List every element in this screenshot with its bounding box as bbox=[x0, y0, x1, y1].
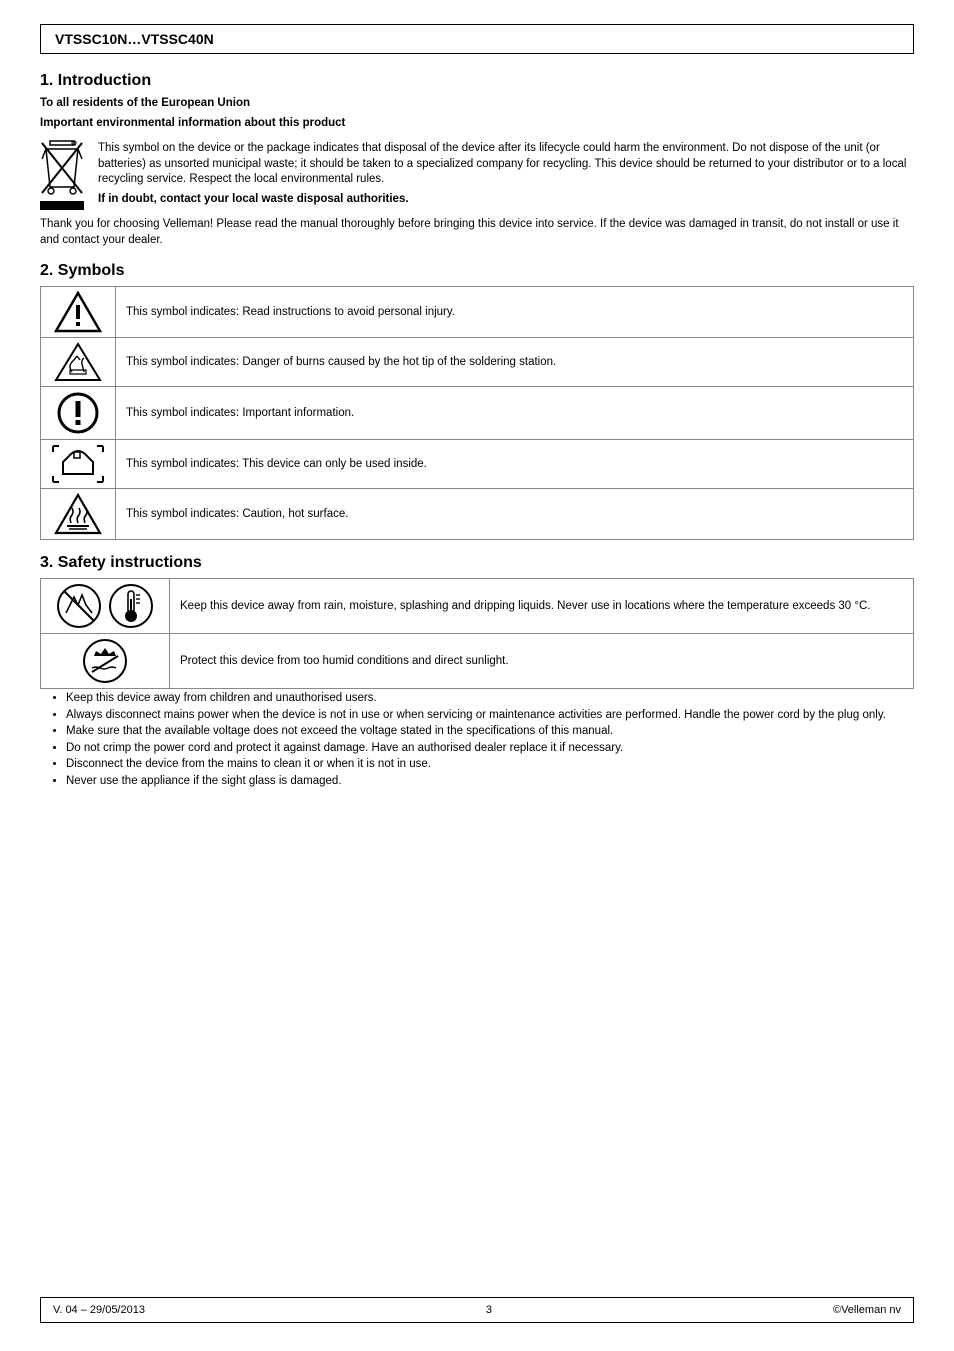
table-row: This symbol indicates: Danger of burns c… bbox=[41, 338, 914, 387]
intro-thanks: To all residents of the European Union bbox=[40, 97, 250, 109]
table-row: This symbol indicates: This device can o… bbox=[41, 440, 914, 489]
no-sun-circle-icon bbox=[82, 655, 128, 667]
list-item: Disconnect the device from the mains to … bbox=[66, 757, 914, 773]
symbol-desc: This symbol indicates: Danger of burns c… bbox=[116, 338, 914, 387]
table-row: Protect this device from too humid condi… bbox=[41, 634, 914, 689]
header-bar: VTSSC10N…VTSSC40N bbox=[40, 24, 914, 54]
footer-copyright: ©Velleman nv bbox=[833, 1304, 901, 1316]
list-item: Make sure that the available voltage doe… bbox=[66, 724, 914, 740]
list-item: Do not crimp the power cord and protect … bbox=[66, 741, 914, 757]
list-item: Keep this device away from children and … bbox=[66, 691, 914, 707]
intro-env: Important environmental information abou… bbox=[40, 117, 345, 129]
weee-text: This symbol on the device or the package… bbox=[98, 141, 914, 188]
footer-bar: V. 04 – 29/05/2013 3 ©Velleman nv bbox=[40, 1297, 914, 1323]
safety-table: Keep this device away from rain, moistur… bbox=[40, 578, 914, 689]
hot-surface-triangle-icon bbox=[41, 489, 116, 540]
footer-page-number: 3 bbox=[486, 1304, 492, 1316]
no-moisture-circle-icon bbox=[56, 583, 102, 629]
exclamation-circle-icon bbox=[41, 387, 116, 440]
table-row: This symbol indicates: Read instructions… bbox=[41, 287, 914, 338]
indoor-use-icon bbox=[41, 440, 116, 489]
symbol-desc: This symbol indicates: Caution, hot surf… bbox=[116, 489, 914, 540]
list-item: Never use the appliance if the sight gla… bbox=[66, 774, 914, 790]
weee-icon bbox=[40, 137, 84, 210]
safety-bullets: Keep this device away from children and … bbox=[40, 691, 914, 789]
weee-block: This symbol on the device or the package… bbox=[40, 137, 914, 211]
warning-triangle-icon bbox=[41, 287, 116, 338]
table-row: Keep this device away from rain, moistur… bbox=[41, 579, 914, 634]
footer-version-date: V. 04 – 29/05/2013 bbox=[53, 1304, 145, 1316]
product-code: VTSSC10N…VTSSC40N bbox=[55, 31, 214, 47]
symbols-table: This symbol indicates: Read instructions… bbox=[40, 286, 914, 540]
safety-row-text: Protect this device from too humid condi… bbox=[170, 634, 914, 689]
weee-doubt: If in doubt, contact your local waste di… bbox=[98, 193, 409, 205]
section-2-title: 2. Symbols bbox=[40, 262, 914, 280]
burn-hand-triangle-icon bbox=[41, 338, 116, 387]
safety-icons-cell bbox=[41, 579, 170, 634]
table-row: This symbol indicates: Caution, hot surf… bbox=[41, 489, 914, 540]
symbol-desc: This symbol indicates: Read instructions… bbox=[116, 287, 914, 338]
symbol-desc: This symbol indicates: This device can o… bbox=[116, 440, 914, 489]
list-item: Always disconnect mains power when the d… bbox=[66, 708, 914, 724]
safety-row-text: Keep this device away from rain, moistur… bbox=[170, 579, 914, 634]
thermometer-circle-icon bbox=[108, 583, 154, 629]
safety-icons-cell bbox=[41, 634, 170, 689]
table-row: This symbol indicates: Important informa… bbox=[41, 387, 914, 440]
symbol-desc: This symbol indicates: Important informa… bbox=[116, 387, 914, 440]
section-1-title: 1. Introduction bbox=[40, 72, 914, 90]
section-3-title: 3. Safety instructions bbox=[40, 554, 914, 572]
intro-closing: Thank you for choosing Velleman! Please … bbox=[40, 217, 914, 248]
